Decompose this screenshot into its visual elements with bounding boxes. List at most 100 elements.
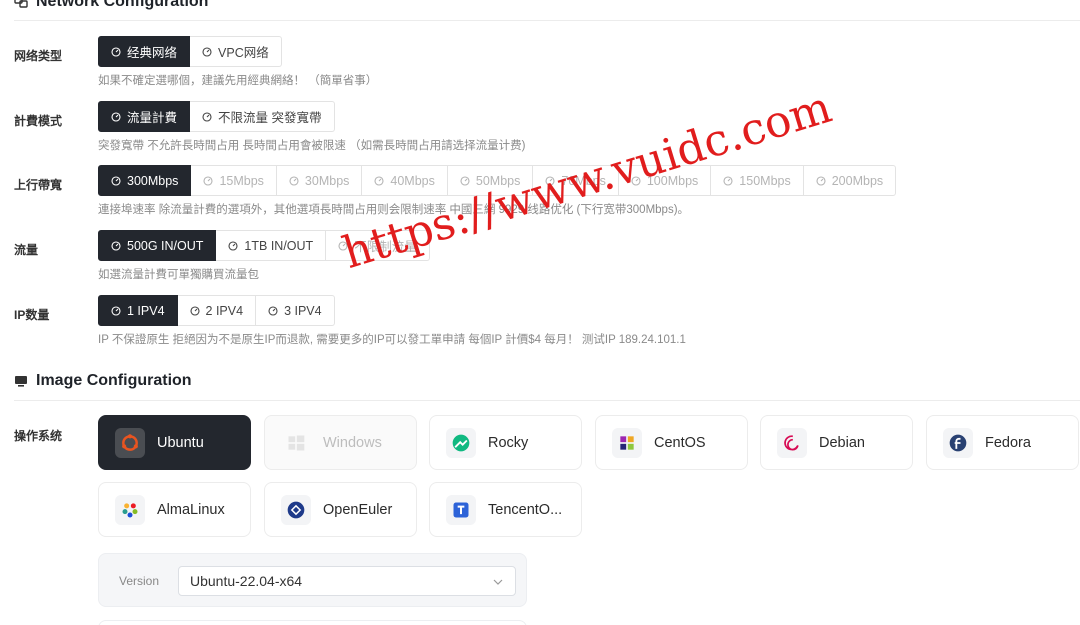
option-button[interactable]: 300Mbps [98, 165, 192, 196]
network-section-divider [14, 20, 1080, 21]
option-label: 1 IPV4 [127, 303, 165, 318]
speedometer-icon [268, 305, 278, 316]
debian-icon [777, 427, 807, 458]
os-card-tencento[interactable]: TencentO... [429, 482, 582, 537]
os-card-rocky[interactable]: Rocky [429, 415, 582, 470]
os-name: Ubuntu [157, 434, 204, 451]
option-label: 40Mbps [390, 173, 435, 188]
network-type-options: 经典网络 VPC网络 [98, 36, 282, 67]
row-hint: IP 不保證原生 拒絕因为不是原生IP而退款, 需要更多的IP可以發工單申請 每… [98, 334, 686, 346]
option-button[interactable]: 流量計費 [98, 101, 191, 132]
os-name: AlmaLinux [157, 501, 225, 518]
os-card-ubuntu[interactable]: Ubuntu [98, 415, 251, 470]
ubuntu-icon [115, 427, 145, 458]
version-value: Ubuntu-22.04-x64 [190, 573, 303, 589]
centos-icon [612, 427, 642, 458]
row-hint: 如選流量計費可單獨購買流量包 [98, 269, 259, 281]
os-label: 操作系统 [14, 429, 63, 443]
option-button[interactable]: 3 IPV4 [256, 295, 335, 326]
option-button[interactable]: 1TB IN/OUT [216, 230, 327, 261]
option-button[interactable]: 经典网络 [98, 36, 191, 67]
speedometer-icon [202, 111, 212, 122]
speedometer-icon [723, 175, 733, 186]
option-button[interactable]: 40Mbps [362, 165, 448, 196]
network-icon [14, 0, 28, 8]
option-label: 1TB IN/OUT [244, 238, 314, 253]
version-select[interactable]: Ubuntu-22.04-x64 [178, 566, 516, 596]
option-button[interactable]: 200Mbps [803, 165, 897, 196]
row-ip-count: IP数量 1 IPV4 2 IPV4 3 IPV4 IP 不保證原生 拒絕因为不是原… [0, 295, 1080, 350]
row-hint: 突發寬帶 不允許長時間占用 長時間占用會被限速 （如需長時間占用請选择流量计费) [98, 140, 526, 152]
speedometer-icon [374, 175, 384, 186]
speedometer-icon [203, 175, 213, 186]
speedometer-icon [460, 175, 470, 186]
os-name: Fedora [985, 434, 1031, 451]
option-button[interactable]: 1 IPV4 [98, 295, 178, 326]
os-card-debian[interactable]: Debian [760, 415, 913, 470]
speedometer-icon [289, 175, 299, 186]
option-label: 30Mbps [304, 173, 350, 188]
network-section-title: Network Configuration [36, 0, 209, 10]
option-label: 15Mbps [219, 173, 264, 188]
network-section-header: Network Configuration [14, 0, 208, 11]
speedometer-icon [111, 240, 121, 251]
option-label: 2 IPV4 [205, 303, 244, 318]
speedometer-icon [111, 111, 121, 122]
chevron-down-icon [493, 579, 503, 585]
option-label: VPC网络 [218, 46, 269, 60]
os-card-windows[interactable]: Windows [264, 415, 417, 470]
option-button[interactable]: 30Mbps [276, 165, 363, 196]
os-name: OpenEuler [323, 501, 393, 518]
option-button[interactable]: 15Mbps [191, 165, 277, 196]
row-label: 上行帶寬 [14, 178, 63, 192]
speedometer-icon [189, 305, 200, 316]
os-name: Windows [323, 434, 382, 451]
row-network-type: 网络类型 经典网络 VPC网络 如果不確定選哪個，建議先用經典網絡！ （簡單省事） [0, 36, 1080, 91]
option-button[interactable]: 不限流量 突發寬帶 [190, 101, 335, 132]
monitor-icon [15, 376, 27, 387]
almalinux-icon [115, 494, 145, 525]
option-button[interactable]: 500G IN/OUT [98, 230, 217, 261]
option-label: 3 IPV4 [284, 303, 322, 318]
os-name: Debian [819, 434, 865, 451]
row-hint: 如果不確定選哪個，建議先用經典網絡！ （簡單省事） [98, 75, 378, 87]
option-label: 500G IN/OUT [127, 238, 204, 253]
row-traffic: 流量 500G IN/OUT 1TB IN/OUT 不限制流量 如選流量計費可單獨購… [0, 230, 1080, 285]
os-name: CentOS [654, 434, 706, 451]
row-label: 流量 [14, 243, 39, 257]
openeuler-icon [281, 494, 311, 525]
speedometer-icon [111, 175, 121, 186]
image-section-header: Image Configuration [14, 372, 192, 390]
version-panel: Version Ubuntu-22.04-x64 [98, 553, 527, 607]
row-label: IP数量 [14, 308, 50, 322]
image-section-title: Image Configuration [36, 372, 192, 389]
row-label: 計費模式 [14, 114, 63, 128]
fedora-icon [943, 427, 973, 458]
ip-count-options: 1 IPV4 2 IPV4 3 IPV4 [98, 295, 335, 326]
os-grid: Ubuntu Windows Rocky CentOS Debian Fedora Alma… [98, 415, 1080, 540]
windows-icon [281, 428, 311, 458]
option-button[interactable]: 150Mbps [711, 165, 804, 196]
speedometer-icon [111, 46, 121, 57]
option-label: 不限流量 突發寬帶 [218, 111, 322, 125]
row-label: 网络类型 [14, 49, 63, 63]
rocky-icon [446, 427, 476, 458]
option-button[interactable]: VPC网络 [190, 36, 282, 67]
option-button[interactable]: 2 IPV4 [177, 295, 257, 326]
image-section-divider [14, 400, 1080, 401]
row-billing-mode: 計費模式 流量計費 不限流量 突發寬帶 突發寬帶 不允許長時間占用 長時間占用會被… [0, 101, 1080, 156]
option-label: 200Mbps [831, 173, 884, 188]
version-label: Version [119, 574, 160, 588]
os-name: TencentO... [488, 501, 563, 518]
speedometer-icon [816, 175, 826, 186]
os-name: Rocky [488, 434, 529, 451]
os-card-openeuler[interactable]: OpenEuler [264, 482, 417, 537]
tencentos-icon [446, 494, 476, 525]
option-label: 300Mbps [127, 173, 179, 188]
os-card-centos[interactable]: CentOS [595, 415, 748, 470]
os-card-fedora[interactable]: Fedora [926, 415, 1079, 470]
option-label: 150Mbps [739, 173, 791, 188]
speedometer-icon [228, 240, 238, 251]
speedometer-icon [202, 46, 212, 57]
os-card-almalinux[interactable]: AlmaLinux [98, 482, 251, 537]
